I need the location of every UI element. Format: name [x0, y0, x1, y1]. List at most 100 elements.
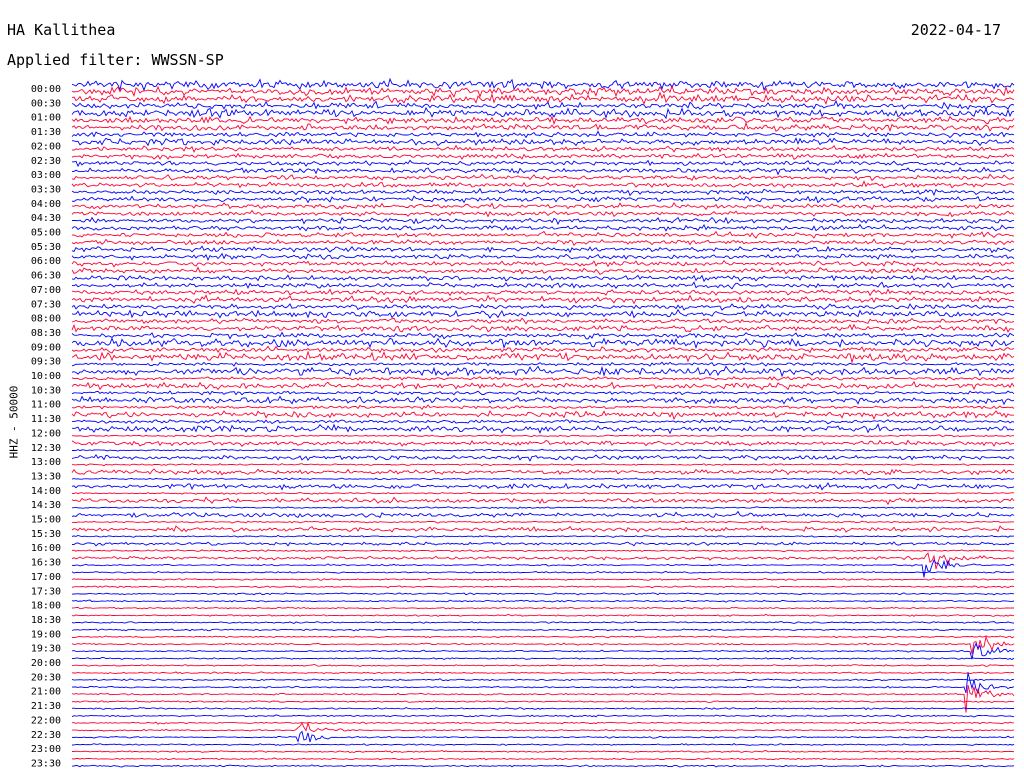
time-tick-label: 18:30	[31, 615, 61, 626]
time-tick-label: 04:00	[31, 199, 61, 210]
seismic-trace-05:00-a	[71, 223, 1015, 232]
time-tick-label: 02:30	[31, 156, 61, 167]
seismic-trace-08:30-a	[71, 323, 1015, 333]
seismic-trace-13:00-a	[71, 453, 1015, 462]
time-tick-label: 20:00	[31, 658, 61, 669]
seismic-trace-10:30-b	[71, 390, 1015, 396]
seismic-trace-22:00-a	[71, 714, 1015, 718]
time-tick-label: 05:00	[31, 228, 61, 239]
seismic-trace-23:30-b	[72, 764, 1015, 768]
seismic-trace-03:30-b	[71, 187, 1015, 197]
time-tick-label: 11:00	[31, 400, 61, 411]
seismic-trace-13:30-b	[71, 477, 1015, 481]
seismic-trace-08:30-b	[71, 331, 1015, 340]
seismic-trace-03:00-b	[71, 173, 1015, 182]
seismic-trace-16:00-a	[71, 541, 1015, 547]
seismic-trace-06:30-a	[71, 266, 1015, 275]
seismic-trace-04:30-a	[71, 209, 1015, 218]
seismic-trace-17:00-b	[71, 577, 1015, 581]
time-tick-label: 01:00	[31, 113, 61, 124]
seismic-trace-07:00-a	[71, 281, 1015, 290]
seismic-trace-07:30-a	[71, 294, 1015, 305]
time-tick-label: 18:00	[31, 601, 61, 612]
time-tick-label: 10:30	[31, 385, 61, 396]
seismic-trace-10:30-a	[71, 380, 1015, 391]
seismic-trace-09:00-b	[71, 345, 1015, 354]
seismic-trace-11:30-a	[71, 410, 1015, 421]
seismic-trace-10:00-a	[71, 365, 1015, 378]
seismic-trace-11:00-a	[71, 395, 1015, 406]
seismic-trace-23:30-a	[71, 757, 1015, 761]
seismic-trace-00:30-a	[71, 91, 1015, 106]
seismic-trace-22:00-b	[72, 721, 1015, 725]
time-tick-label: 15:00	[31, 515, 61, 526]
seismic-trace-12:00-a	[71, 423, 1015, 435]
time-tick-label: 00:00	[31, 84, 61, 95]
seismic-trace-17:00-a	[71, 570, 1014, 574]
time-tick-label: 03:30	[31, 184, 61, 195]
time-tick-label: 11:30	[31, 414, 61, 425]
seismic-trace-19:00-a	[71, 628, 1015, 632]
time-tick-label: 12:30	[31, 443, 61, 454]
time-tick-label: 02:00	[31, 141, 61, 152]
seismic-trace-03:30-a	[71, 180, 1015, 189]
time-tick-group: 00:00 00:30 01:00 01:30 02:00 02:30 03:00 03:30…	[31, 84, 61, 769]
seismic-trace-14:00-a	[71, 482, 1015, 491]
time-tick-label: 23:00	[31, 744, 61, 755]
seismic-trace-11:30-b	[71, 418, 1015, 425]
seismic-trace-14:00-b	[71, 491, 1015, 495]
seismic-trace-15:30-a	[71, 525, 1015, 533]
seismic-trace-07:30-b	[71, 303, 1015, 311]
seismic-trace-13:30-a	[71, 468, 1015, 476]
time-tick-label: 10:00	[31, 371, 61, 382]
seismic-trace-01:00-a	[71, 106, 1015, 120]
time-tick-label: 05:30	[31, 242, 61, 253]
time-tick-label: 12:00	[31, 428, 61, 439]
seismic-trace-06:00-b	[71, 259, 1015, 268]
helicorder-plot: 00:00 00:30 01:00 01:30 02:00 02:30 03:00 03:30…	[31, 77, 1015, 769]
time-tick-label: 14:30	[31, 500, 61, 511]
seismic-trace-00:00-a	[71, 77, 1015, 92]
seismic-trace-01:30-a	[71, 121, 1015, 133]
time-tick-label: 13:00	[31, 457, 61, 468]
time-tick-label: 08:00	[31, 314, 61, 325]
time-tick-label: 17:00	[31, 572, 61, 583]
time-tick-label: 00:30	[31, 98, 61, 109]
time-tick-label: 07:30	[31, 299, 61, 310]
time-tick-label: 04:30	[31, 213, 61, 224]
time-tick-label: 06:00	[31, 256, 61, 267]
seismic-trace-23:00-b	[72, 750, 1015, 754]
seismic-trace-23:00-a	[71, 743, 1015, 746]
time-tick-label: 17:30	[31, 586, 61, 597]
seismic-trace-18:30-b	[71, 621, 1015, 625]
seismic-trace-19:00-b	[71, 635, 1015, 639]
seismic-trace-13:00-b	[72, 463, 1015, 467]
seismic-trace-20:30-b	[71, 678, 1014, 682]
seismic-trace-04:00-a	[71, 195, 1015, 204]
time-tick-label: 19:00	[31, 629, 61, 640]
seismic-trace-21:30-a	[71, 699, 1015, 704]
seismic-trace-18:00-b	[71, 606, 1014, 610]
time-tick-label: 07:00	[31, 285, 61, 296]
time-tick-label: 09:00	[31, 342, 61, 353]
time-tick-label: 06:30	[31, 271, 61, 282]
seismic-trace-09:30-b	[71, 361, 1015, 367]
seismic-trace-02:30-b	[71, 159, 1015, 168]
seismic-trace-04:30-b	[72, 216, 1015, 226]
seismic-trace-00:30-b	[71, 99, 1015, 111]
seismic-trace-14:30-a	[71, 496, 1015, 506]
seismic-trace-02:00-a	[71, 137, 1015, 147]
time-tick-label: 23:30	[31, 758, 61, 769]
seismic-trace-09:00-a	[71, 337, 1015, 350]
seismic-trace-02:30-a	[71, 152, 1015, 160]
seismic-trace-10:00-b	[71, 376, 1015, 381]
seismic-trace-05:00-b	[71, 230, 1015, 239]
time-tick-label: 22:00	[31, 715, 61, 726]
seismic-trace-15:30-b	[71, 534, 1015, 538]
seismic-trace-05:30-a	[71, 238, 1015, 247]
seismic-trace-01:30-b	[71, 130, 1015, 139]
time-tick-label: 16:30	[31, 558, 61, 569]
seismic-trace-17:30-b	[71, 592, 1015, 596]
time-tick-label: 21:30	[31, 701, 61, 712]
trace-group	[71, 77, 1015, 768]
